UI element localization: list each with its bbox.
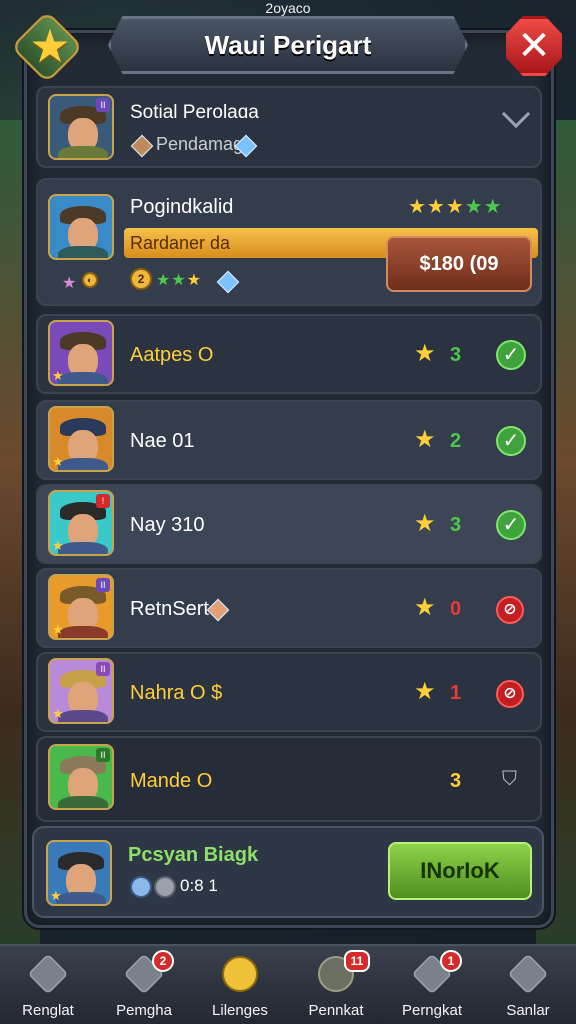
level-badge-icon: II xyxy=(96,662,110,676)
star-count: 3 xyxy=(450,770,462,792)
star-icon: ★ xyxy=(414,594,436,621)
bottom-nav: Renglat 2 Pemgha Lilenges 11 Pennkat 1 P… xyxy=(0,944,576,1024)
player-name: Mande O xyxy=(130,770,213,792)
nav-item-lilenges[interactable]: Lilenges xyxy=(192,952,288,1024)
star-count: 3 xyxy=(450,344,462,366)
nav-label: Renglat xyxy=(22,1002,74,1019)
player-name: Nay 310 xyxy=(130,514,205,536)
top-caption: 2oyaco xyxy=(265,0,311,16)
rank-star-icon: ★ xyxy=(52,538,64,553)
top-player-row[interactable]: II Sotial Perolaɑa Pendamag xyxy=(36,86,542,168)
list-item[interactable]: II Mande O 3 ⛉ xyxy=(36,736,542,822)
nav-item-renglat[interactable]: Renglat xyxy=(0,952,96,1024)
chest-icon xyxy=(130,134,154,158)
rank-star-icon: ★ xyxy=(52,368,64,383)
player-stats: 0:8 1 xyxy=(180,876,218,895)
avatar: ★ xyxy=(46,840,112,906)
page-title: Waui Perigart xyxy=(204,29,372,60)
star-count: 0 xyxy=(450,598,462,620)
medal-icon: ◐ xyxy=(82,272,98,288)
alert-badge-icon: ! xyxy=(96,494,110,508)
shield-coin-icon xyxy=(130,876,152,898)
rank-star-icon: ★ xyxy=(62,275,77,292)
gem-icon xyxy=(216,270,240,294)
avatar: II ★ xyxy=(48,574,114,640)
avatar: ! ★ xyxy=(48,490,114,556)
upgrade-icon xyxy=(27,953,69,995)
player-name: Nae 01 xyxy=(130,430,195,452)
level-badge-icon: II xyxy=(96,748,110,762)
list-item[interactable]: II ★ RetnSert ★ 0 ⊘ xyxy=(36,568,542,648)
list-item[interactable]: ★ Nae 01 ★ 2 ✓ xyxy=(36,400,542,480)
level-badge-icon: II xyxy=(96,98,110,112)
featured-name: Pogindkalid xyxy=(130,196,234,218)
rank-star-icon: ★ xyxy=(52,706,64,721)
nav-label: Pemgha xyxy=(116,1002,172,1019)
player-name: RetnSert xyxy=(130,598,209,620)
nav-label: Lilenges xyxy=(212,1002,268,1019)
avatar: II xyxy=(48,744,114,810)
avatar xyxy=(48,194,114,260)
nav-label: Sanlar xyxy=(506,1002,550,1019)
nav-item-pemgha[interactable]: 2 Pemgha xyxy=(96,950,192,1024)
pet-icon xyxy=(222,956,258,992)
star-icon: ★ xyxy=(414,510,436,537)
silver-coin-icon xyxy=(154,876,176,898)
star-icon[interactable]: ★ xyxy=(22,18,78,74)
coin-icon: 2 xyxy=(130,268,152,290)
star-icon: ★ xyxy=(414,426,436,453)
title-plate: Waui Perigart xyxy=(108,16,468,74)
price-button[interactable]: $180 (09 xyxy=(386,236,532,292)
close-button[interactable]: ✕ xyxy=(506,16,562,76)
star-count: 3 xyxy=(450,514,462,536)
avatar: II ★ xyxy=(48,658,114,724)
nav-label: Pennkat xyxy=(308,1002,364,1019)
notification-badge: 11 xyxy=(344,950,370,972)
player-name: Sotial Perolaɑa xyxy=(130,102,259,123)
close-icon: ✕ xyxy=(517,24,551,68)
star-count: 2 xyxy=(450,430,462,452)
shield-icon: ⛉ xyxy=(502,768,517,790)
player-name: Aatpes O xyxy=(130,344,214,366)
notification-badge: 2 xyxy=(152,950,174,972)
no-entry-icon[interactable]: ⊘ xyxy=(496,680,524,708)
nav-item-perngkat[interactable]: 1 Perngkat xyxy=(384,950,480,1024)
rank-star-icon: ★ xyxy=(50,888,62,903)
nav-label: Perngkat xyxy=(401,1002,463,1019)
avatar: ★ xyxy=(48,320,114,386)
check-icon[interactable]: ✓ xyxy=(496,340,526,370)
confirm-button[interactable]: INorIoK xyxy=(388,842,532,900)
list-item-highlighted[interactable]: ! ★ Nay 310 ★ 3 ✓ xyxy=(36,484,542,564)
rating-stars: ★★★★★ xyxy=(408,196,503,218)
notification-badge: 1 xyxy=(440,950,462,972)
avatar: II xyxy=(48,94,114,160)
rank-star-icon: ★ xyxy=(52,454,64,469)
list-item[interactable]: ★ Aatpes O ★ 3 ✓ xyxy=(36,314,542,394)
star-icon: ★ xyxy=(414,340,436,367)
star-count: 1 xyxy=(450,682,462,704)
check-icon[interactable]: ✓ xyxy=(496,510,526,540)
avatar: ★ xyxy=(48,406,114,472)
progress-label: Rardaner da xyxy=(130,233,231,253)
player-subtitle: Pendamag xyxy=(156,134,244,154)
no-entry-icon[interactable]: ⊘ xyxy=(496,596,524,624)
list-item[interactable]: II ★ Nahra O $ ★ 1 ⊘ xyxy=(36,652,542,732)
star-icon: ★ xyxy=(414,678,436,705)
nav-item-sanlar[interactable]: Sanlar xyxy=(480,952,576,1024)
gem-icon xyxy=(206,598,230,622)
nav-item-pennkat[interactable]: 11 Pennkat xyxy=(288,950,384,1024)
mini-stars: ★★★ xyxy=(156,272,203,289)
check-icon[interactable]: ✓ xyxy=(496,426,526,456)
level-badge-icon: II xyxy=(96,578,110,592)
rank-star-icon: ★ xyxy=(52,622,64,637)
player-name: Nahra O $ xyxy=(130,682,223,704)
settings-icon xyxy=(507,953,549,995)
player-name: Pcsyan Biagk xyxy=(128,844,259,866)
